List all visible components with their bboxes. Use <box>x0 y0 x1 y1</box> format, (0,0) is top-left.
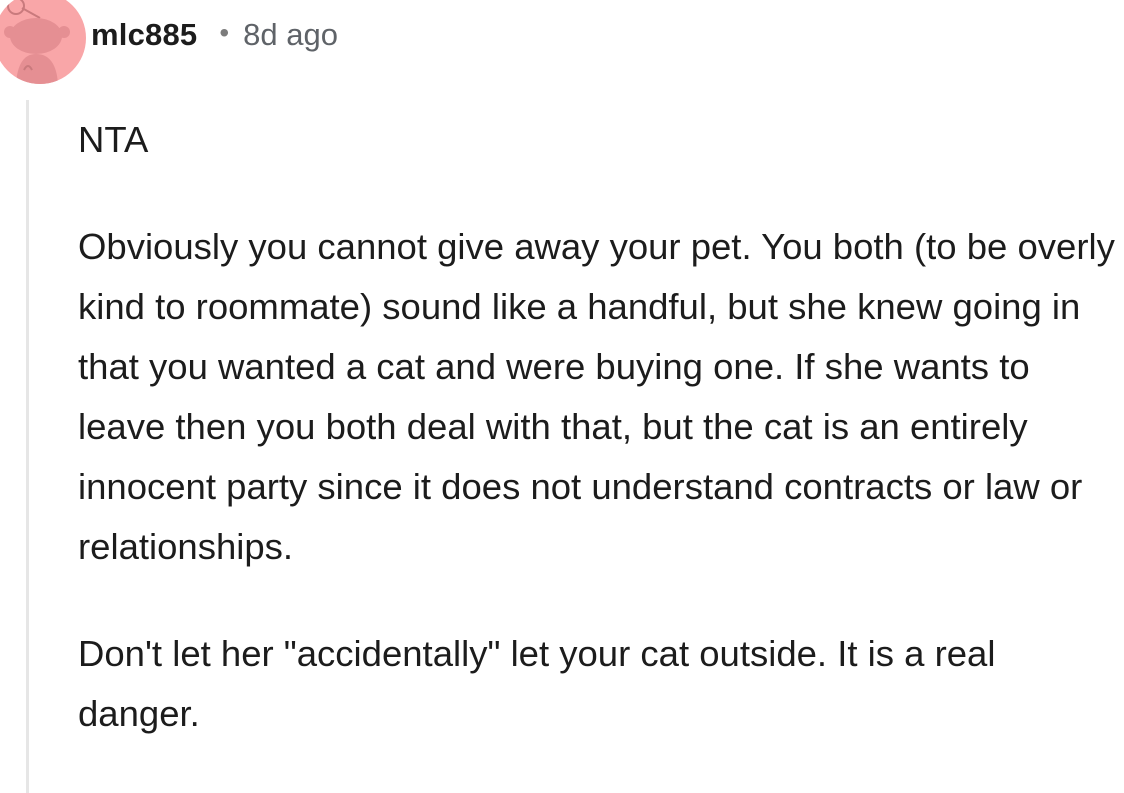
comment-paragraph: Obviously you cannot give away your pet.… <box>78 226 1115 567</box>
comment-body: NTA Obviously you cannot give away your … <box>78 110 1118 744</box>
avatar[interactable] <box>0 0 86 84</box>
comment-timestamp[interactable]: 8d ago <box>243 17 338 53</box>
thread-line[interactable] <box>26 100 29 793</box>
meta-separator: • <box>219 17 230 48</box>
comment-paragraph: Don't let her "accidentally" let your ca… <box>78 633 996 734</box>
comment-paragraph: NTA <box>78 119 149 160</box>
comment-author[interactable]: mlc885 <box>91 17 197 53</box>
reddit-snoo-avatar-icon <box>4 0 70 84</box>
comment-header: mlc885 • 8d ago <box>91 12 338 58</box>
